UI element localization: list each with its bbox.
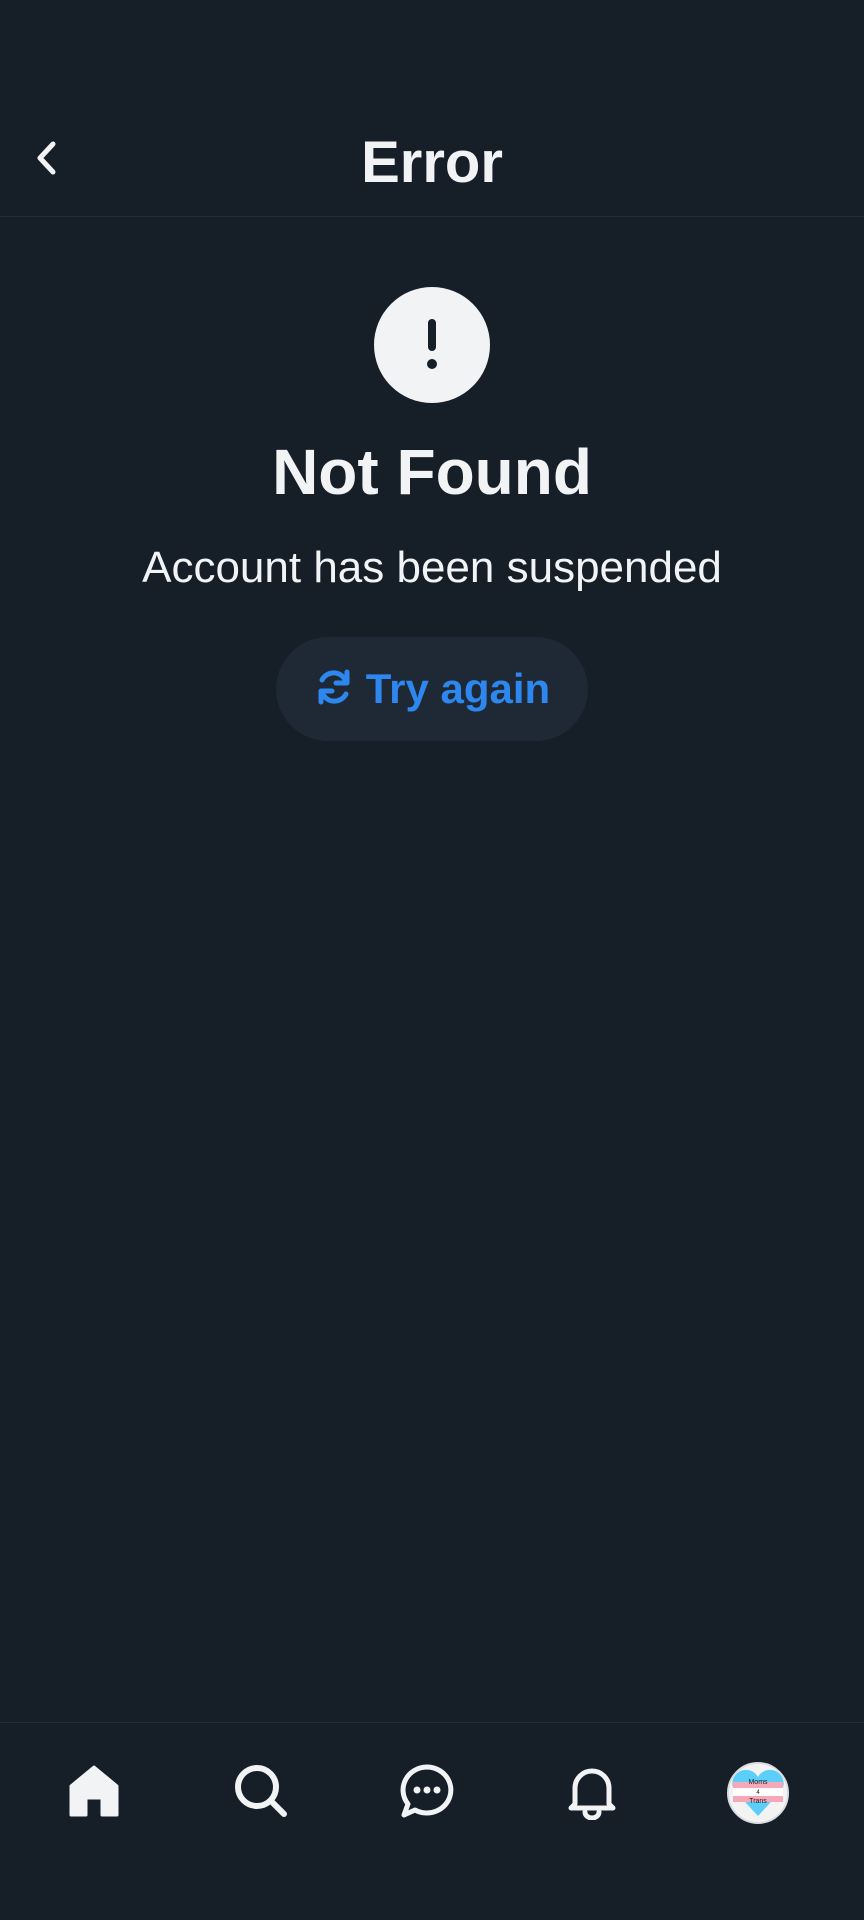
page-title: Error	[361, 130, 503, 195]
nav-home[interactable]	[54, 1753, 134, 1833]
header: Error	[0, 0, 864, 217]
bottom-nav: Moms 4 Trans	[0, 1722, 864, 1864]
chat-bubble-icon	[398, 1762, 456, 1825]
app-screen: Error Not Found Account has been suspend…	[0, 0, 864, 1920]
error-message: Account has been suspended	[142, 543, 722, 592]
try-again-label: Try again	[365, 665, 551, 712]
home-icon	[65, 1762, 123, 1825]
error-content: Not Found Account has been suspended Try…	[0, 217, 864, 741]
avatar-text-line-1: Moms	[748, 1779, 768, 1786]
nav-notifications[interactable]	[552, 1753, 632, 1833]
nav-messages[interactable]	[387, 1753, 467, 1833]
nav-profile[interactable]: Moms 4 Trans	[718, 1753, 798, 1833]
refresh-icon	[314, 667, 354, 712]
try-again-button[interactable]: Try again	[275, 637, 589, 741]
avatar-text-line-3: Trans	[749, 1798, 767, 1805]
nav-search[interactable]	[221, 1753, 301, 1833]
bell-icon	[563, 1762, 621, 1825]
search-icon	[232, 1762, 290, 1825]
exclamation-icon	[374, 287, 490, 403]
error-heading: Not Found	[272, 436, 592, 508]
avatar: Moms 4 Trans	[727, 1762, 789, 1824]
